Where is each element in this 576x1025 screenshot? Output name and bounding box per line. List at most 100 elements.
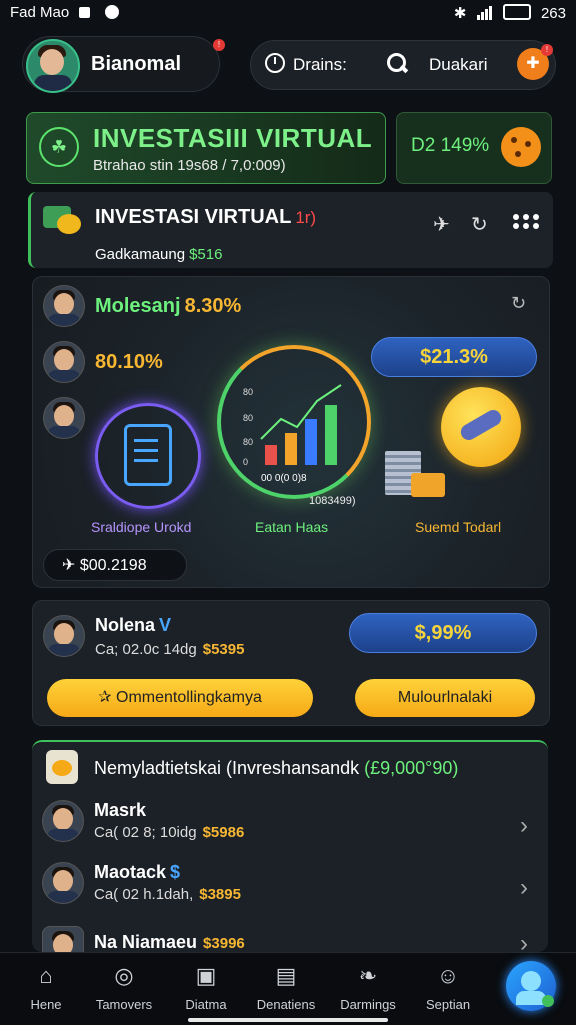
investasi-card[interactable]: INVESTASI VIRTUAL 1r) Gadkamaung $516 ✈ ↻ (28, 192, 553, 268)
tab-movers[interactable]: ◎ Tamovers (86, 963, 162, 1012)
list-header-text: Nemyladtietskai (Invreshansandk (94, 758, 365, 778)
list-item-amount: $3895 (199, 886, 241, 903)
home-icon: ⌂ (39, 963, 53, 988)
avatar[interactable] (42, 862, 84, 904)
list-item-name[interactable]: Masrk (94, 800, 146, 821)
trader-subtitle-text: Ca; 02.0c 14dg (95, 641, 197, 658)
avatar[interactable] (43, 397, 85, 439)
tab-septian[interactable]: ☺ Septian (410, 963, 486, 1012)
list-item-name-text: Maotack (94, 862, 167, 882)
list-item-subtitle-text: Ca( 02 h.1dah, (94, 886, 194, 903)
status-right: ✱ 263 (454, 4, 566, 24)
chart-caption: 00 0(0 0)8 (261, 473, 307, 484)
chart-label: Eatan Haas (255, 519, 329, 535)
list-item-amount: $5986 (202, 824, 245, 841)
square-icon (79, 7, 91, 18)
panel-name-pct: 8.30% (184, 295, 242, 317)
value-pill[interactable]: $21.3% (371, 337, 537, 377)
percent-value: D2 149% (411, 135, 490, 156)
wallet-icon (43, 202, 81, 238)
investment-list: Nemyladtietskai (Invreshansandk (£9,000°… (32, 740, 548, 957)
shield-icon (46, 750, 78, 784)
coin-icon[interactable] (441, 387, 521, 467)
list-item-subtitle-text: Ca( 02 8; 10idg (94, 824, 197, 841)
notification-badge: ! (213, 39, 225, 51)
list-item-name[interactable]: Na Niamaeu $3996 (94, 932, 245, 953)
avatar[interactable] (43, 341, 85, 383)
more-icon[interactable] (513, 214, 539, 230)
investasi-subtitle: Gadkamaung $516 (95, 246, 222, 263)
duakari-label[interactable]: Duakari (429, 55, 488, 75)
brains-label[interactable]: Drains: (293, 55, 347, 75)
list-item-name[interactable]: Maotack $ (94, 862, 180, 883)
refresh-icon[interactable]: ↻ (511, 293, 526, 314)
leaf-icon: ❧ (358, 963, 378, 988)
bluetooth-icon: ✱ (453, 5, 467, 22)
panel-percent: 80.10% (95, 351, 163, 373)
trader-value-pill[interactable]: $,99% (349, 613, 537, 653)
status-left: Fad Mao (10, 4, 119, 21)
add-icon-button[interactable]: ✚ ! (517, 44, 553, 80)
panel-name-text: Molesanj (95, 295, 181, 317)
investasi-title-text: INVESTASI VIRTUAL (95, 206, 292, 228)
home-indicator (188, 1018, 388, 1022)
chart-axis-label: 80 (243, 413, 253, 423)
avatar[interactable] (26, 39, 80, 93)
chart-axis-label: 80 (243, 387, 253, 397)
portfolio-panel: Molesanj 8.30% ↻ 80.10% $21.3% Sraldiope … (32, 276, 550, 588)
avatar[interactable] (43, 285, 85, 327)
tab-darmings[interactable]: ❧ Darmings (330, 963, 406, 1012)
avatar[interactable] (42, 800, 84, 842)
secondary-action-button[interactable]: Mulourlnalaki (355, 679, 535, 717)
chevron-right-icon[interactable]: › (520, 812, 528, 840)
tab-label: Diatma (185, 997, 227, 1012)
battery-percent: 263 (540, 5, 566, 22)
total-pill[interactable]: ✈ $00.2198 (43, 549, 187, 581)
status-carrier: Fad Mao (10, 4, 70, 21)
tab-label: Denatiens (256, 997, 316, 1012)
leaf-icon: ☘ (39, 127, 79, 167)
tab-label: Septian (425, 997, 471, 1012)
trader-name-text: Nolena (95, 615, 156, 635)
trader-name: Nolena V (95, 615, 171, 636)
coin-label: Suemd Todarl (415, 519, 502, 535)
clock-icon[interactable] (265, 53, 285, 73)
banner-title: INVESTASIII VIRTUAL (93, 123, 373, 153)
trader-subtitle: Ca; 02.0c 14dg $5395 (95, 641, 244, 658)
virtual-investment-banner[interactable]: ☘ INVESTASIII VIRTUAL Btrahao stin 19s68… (26, 112, 386, 184)
primary-action-button[interactable]: ✰ Ommentollingkamya (47, 679, 313, 717)
sync-icon[interactable]: ↻ (471, 212, 488, 237)
target-icon: ◎ (114, 963, 134, 988)
growth-chart[interactable]: 80 80 80 0 00 0(0 0)8 (217, 345, 371, 499)
status-bar: Fad Mao ✱ 263 (0, 0, 576, 26)
briefcase-icon: ▤ (275, 963, 297, 988)
gold-icon (411, 473, 445, 497)
list-header-amount: (£9,000°90) (364, 758, 459, 778)
battery-icon (502, 4, 531, 20)
investasi-title: INVESTASI VIRTUAL 1r) (95, 206, 316, 229)
profile-pill[interactable]: Bianomal ! (22, 36, 225, 93)
percent-card[interactable]: D2 149% (396, 112, 552, 184)
gear-icon (104, 5, 119, 19)
chevron-right-icon[interactable]: › (520, 874, 528, 902)
profile-fab[interactable] (506, 961, 556, 1011)
tab-denatiens[interactable]: ▤ Denatiens (248, 963, 324, 1012)
investasi-amount: $516 (189, 246, 223, 263)
investasi-title-tag: 1r) (295, 208, 317, 227)
avatar[interactable] (42, 926, 84, 954)
tab-label: Darmings (340, 997, 396, 1012)
avatar[interactable] (43, 615, 85, 657)
tab-diatma[interactable]: ▣ Diatma (168, 963, 244, 1012)
document-label: Sraldiope Urokd (91, 519, 192, 535)
list-item-name-text: Na Niamaeu (94, 932, 198, 952)
cards-icon: ▣ (195, 963, 217, 988)
document-icon[interactable] (95, 403, 201, 509)
tab-home[interactable]: ⌂ Hene (8, 963, 84, 1012)
tab-label: Hene (30, 997, 62, 1012)
bird-icon[interactable]: ✈ (433, 212, 450, 237)
list-item-subtitle: Ca( 02 8; 10idg $5986 (94, 824, 244, 841)
username: Bianomal (91, 53, 182, 75)
panel-name: Molesanj 8.30% (95, 295, 241, 318)
search-icon[interactable] (387, 53, 409, 75)
chart-axis-label: 0 (243, 457, 248, 467)
